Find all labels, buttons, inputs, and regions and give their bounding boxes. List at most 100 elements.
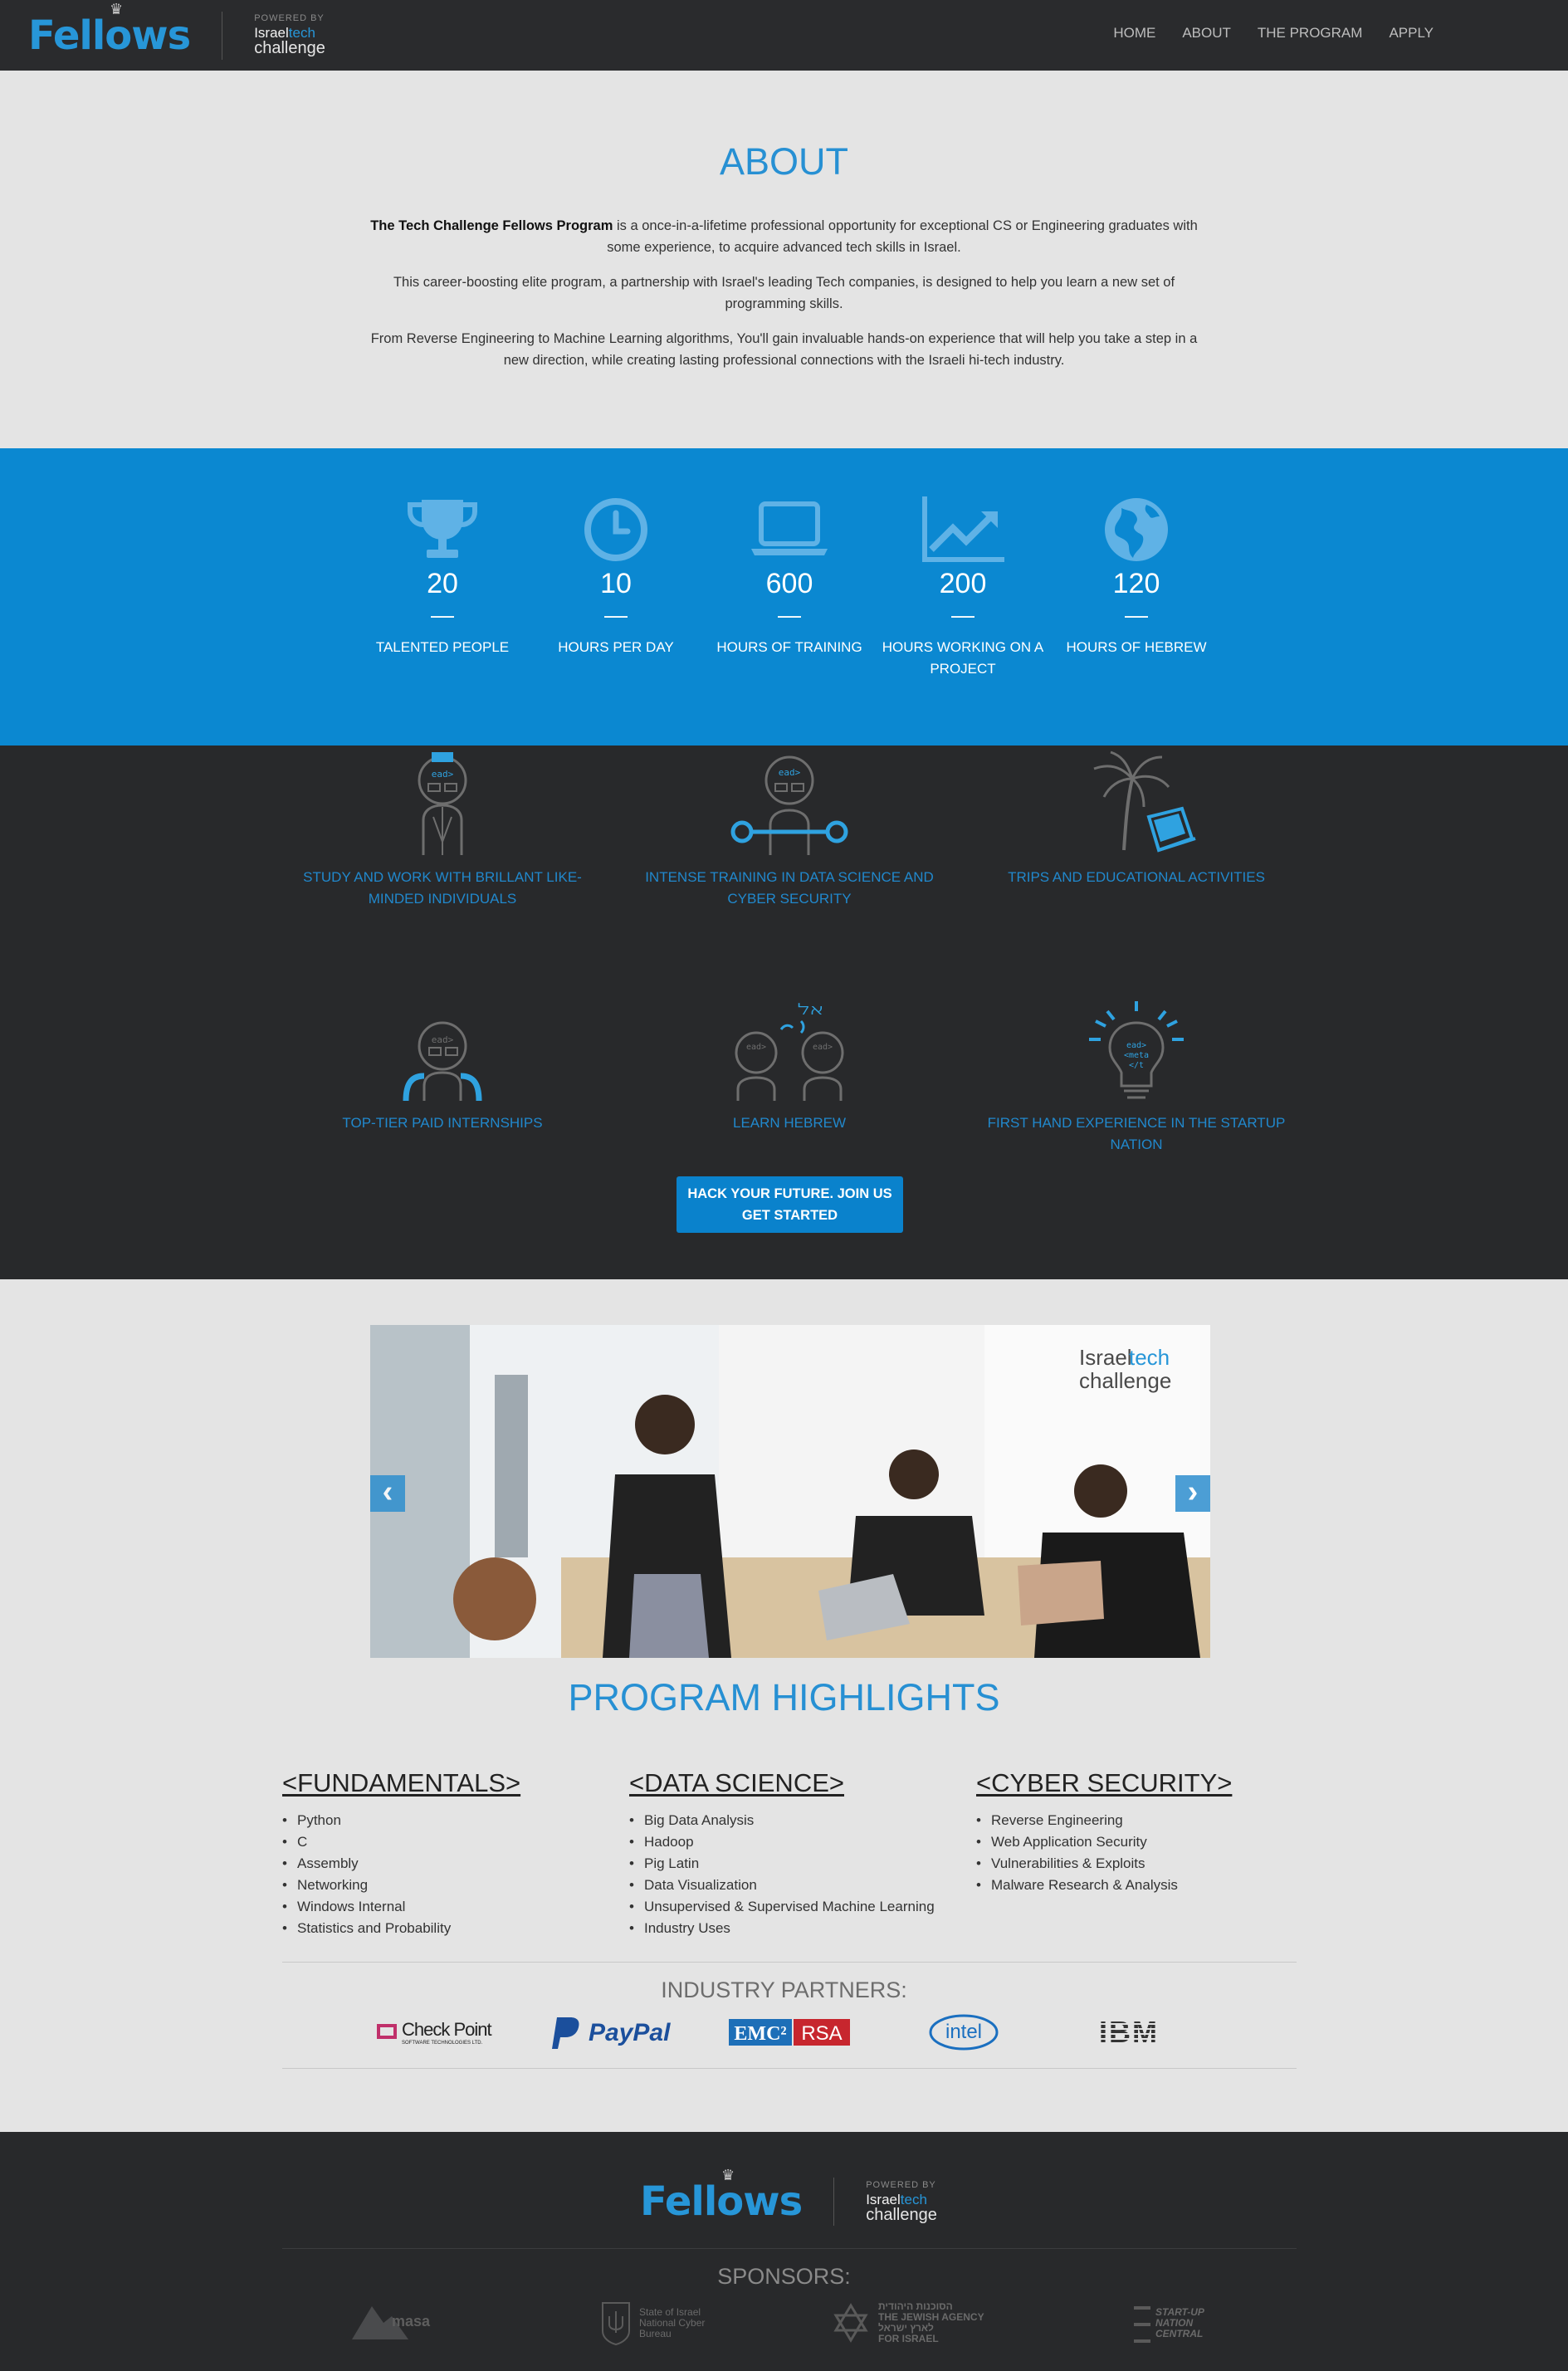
list-item: C [282, 1831, 520, 1853]
paypal-logo: PayPal [552, 2012, 685, 2052]
jewish-agency-logo: הסוכנות היהודית THE JEWISH AGENCY לארץ י… [830, 2296, 984, 2349]
fellows-logo: Fellows ♛ [28, 0, 191, 59]
list-item: Reverse Engineering [976, 1810, 1232, 1831]
list-item: Big Data Analysis [629, 1810, 935, 1831]
crown-icon: ♛ [110, 0, 123, 18]
fellows-logo: Fellows ♛ [640, 2167, 803, 2225]
clock-icon [525, 495, 707, 565]
svg-text:intel: intel [945, 2021, 982, 2043]
stat-hours-of-hebrew: 120 — HOURS OF HEBREW [1045, 495, 1228, 658]
svg-text:ead>: ead> [779, 767, 801, 778]
header-logo[interactable]: Fellows ♛ POWERED BY Israeltech challeng… [28, 0, 325, 60]
palm-laptop-illustration [987, 750, 1286, 857]
geek-dumbbell-illustration: ead> [640, 750, 939, 857]
svg-text:SOFTWARE TECHNOLOGIES LTD.: SOFTWARE TECHNOLOGIES LTD. [402, 2041, 483, 2046]
list-item: Vulnerabilities & Exploits [976, 1853, 1232, 1875]
carousel-prev-button[interactable]: ‹ [370, 1475, 405, 1512]
svg-text:EMC²: EMC² [734, 2023, 786, 2045]
about-paragraph-2: This career-boosting elite program, a pa… [393, 275, 1175, 311]
laptop-icon [698, 495, 881, 565]
feature-learn-hebrew: ead> ead> ﬡﬥ LEARN HEBREW [640, 996, 939, 1134]
column-heading: <FUNDAMENTALS> [282, 1768, 521, 1797]
ibm-logo: IBM [1096, 2012, 1179, 2052]
footer-logo[interactable]: Fellows ♛ POWERED BY Israeltech challeng… [640, 2167, 937, 2226]
divider [282, 2248, 1297, 2249]
checkpoint-logo: Check Point SOFTWARE TECHNOLOGIES LTD. [375, 2012, 508, 2052]
about-paragraph-1: The Tech Challenge Fellows Program is a … [370, 218, 1198, 255]
svg-text:ead>: ead> [432, 1034, 454, 1045]
list-item: Industry Uses [629, 1918, 935, 1939]
two-geeks-illustration: ead> ead> ﬡﬥ [640, 996, 939, 1102]
program-section: Israel tech challenge ‹ › PROGRAM HIGHLI… [0, 1279, 1568, 2132]
menorah-emblem-icon [602, 2302, 630, 2346]
start-up-nation-central-logo: START-UP NATION CENTRAL [1132, 2296, 1204, 2349]
svg-text:ead>: ead> [1126, 1041, 1146, 1050]
nav-about[interactable]: ABOUT [1182, 25, 1231, 42]
geek-headphones-illustration: ead> [293, 996, 592, 1102]
highlights-column-cyber-security: <CYBER SECURITY> Reverse Engineering Web… [976, 1768, 1232, 1896]
site-header: Fellows ♛ POWERED BY Israeltech challeng… [0, 0, 1568, 71]
feature-internships: ead> TOP-TIER PAID INTERNSHIPS [293, 996, 592, 1134]
geek-illustration: ead> [293, 750, 592, 857]
stat-hours-per-day: 10 — HOURS PER DAY [525, 495, 707, 658]
list-item: Web Application Security [976, 1831, 1232, 1853]
nav-apply[interactable]: APPLY [1389, 25, 1434, 42]
svg-text:IBM: IBM [1099, 2016, 1159, 2049]
chart-icon [872, 495, 1054, 565]
carousel-next-button[interactable]: › [1175, 1475, 1210, 1512]
site-footer: Fellows ♛ POWERED BY Israeltech challeng… [0, 2132, 1568, 2371]
feature-study-and-work: ead> STUDY AND WORK WITH BRILLANT LIKE-M… [293, 750, 592, 910]
list-item: Assembly [282, 1853, 520, 1875]
carousel-photo: Israel tech challenge [370, 1325, 1210, 1658]
svg-text:ﬡﬥ: ﬡﬥ [798, 1001, 823, 1019]
lightbulb-illustration: ead> <meta </t [987, 996, 1286, 1102]
stat-talented-people: 20 — TALENTED PEOPLE [351, 495, 534, 658]
itc-logo: POWERED BY Israeltech challenge [866, 2179, 937, 2224]
highlights-column-fundamentals: <FUNDAMENTALS> Python C Assembly Network… [282, 1768, 520, 1939]
globe-icon [1045, 495, 1228, 565]
nav-the-program[interactable]: THE PROGRAM [1258, 25, 1363, 42]
features-section: ead> STUDY AND WORK WITH BRILLANT LIKE-M… [0, 746, 1568, 1279]
highlights-column-data-science: <DATA SCIENCE> Big Data Analysis Hadoop … [629, 1768, 935, 1939]
stats-section: 20 — TALENTED PEOPLE 10 — HOURS PER DAY … [0, 448, 1568, 746]
crown-icon: ♛ [721, 2167, 735, 2184]
svg-text:ead>: ead> [746, 1043, 766, 1052]
svg-text:Israel: Israel [1079, 1345, 1132, 1370]
list-item: Windows Internal [282, 1896, 520, 1918]
divider [282, 1962, 1297, 1963]
logo-divider [833, 2178, 835, 2226]
svg-text:masa: masa [392, 2313, 431, 2329]
divider [282, 2068, 1297, 2069]
emc-rsa-logo: EMC² RSA [727, 2012, 852, 2052]
svg-text:</t: </t [1129, 1061, 1144, 1070]
trophy-icon [351, 495, 534, 565]
feature-trips: TRIPS AND EDUCATIONAL ACTIVITIES [987, 750, 1286, 888]
star-of-david-icon [833, 2303, 868, 2343]
nav-home[interactable]: HOME [1113, 25, 1155, 42]
list-item: Malware Research & Analysis [976, 1875, 1232, 1896]
itc-badge: Israel tech challenge [1079, 1345, 1171, 1393]
list-item: Statistics and Probability [282, 1918, 520, 1939]
list-item: Python [282, 1810, 520, 1831]
svg-text:<meta: <meta [1124, 1051, 1149, 1060]
program-highlights-title: PROGRAM HIGHLIGHTS [568, 1676, 1000, 1718]
intel-logo: intel [927, 2012, 1002, 2052]
stat-hours-of-training: 600 — HOURS OF TRAINING [698, 495, 881, 658]
svg-text:tech: tech [1129, 1345, 1170, 1370]
list-item: Unsupervised & Supervised Machine Learni… [629, 1896, 935, 1918]
itc-logo: POWERED BY Israeltech challenge [254, 13, 325, 57]
photo-carousel[interactable]: Israel tech challenge ‹ › [370, 1325, 1210, 1658]
about-section: ABOUT The Tech Challenge Fellows Program… [0, 71, 1568, 448]
svg-text:PayPal: PayPal [589, 2019, 671, 2046]
list-item: Data Visualization [629, 1875, 935, 1896]
svg-text:ead>: ead> [813, 1043, 833, 1052]
about-title: ABOUT [719, 140, 849, 183]
sponsors-title: SPONSORS: [717, 2264, 851, 2289]
national-cyber-bureau-logo: State of Israel National Cyber Bureau [599, 2296, 705, 2349]
about-paragraph-3: From Reverse Engineering to Machine Lear… [370, 331, 1198, 368]
main-nav: HOME ABOUT THE PROGRAM APPLY [1113, 25, 1434, 42]
column-heading: <DATA SCIENCE> [629, 1768, 844, 1797]
svg-text:ead>: ead> [432, 769, 454, 780]
get-started-button[interactable]: HACK YOUR FUTURE. JOIN US GET STARTED [677, 1176, 903, 1233]
svg-text:Check Point: Check Point [402, 2019, 492, 2040]
